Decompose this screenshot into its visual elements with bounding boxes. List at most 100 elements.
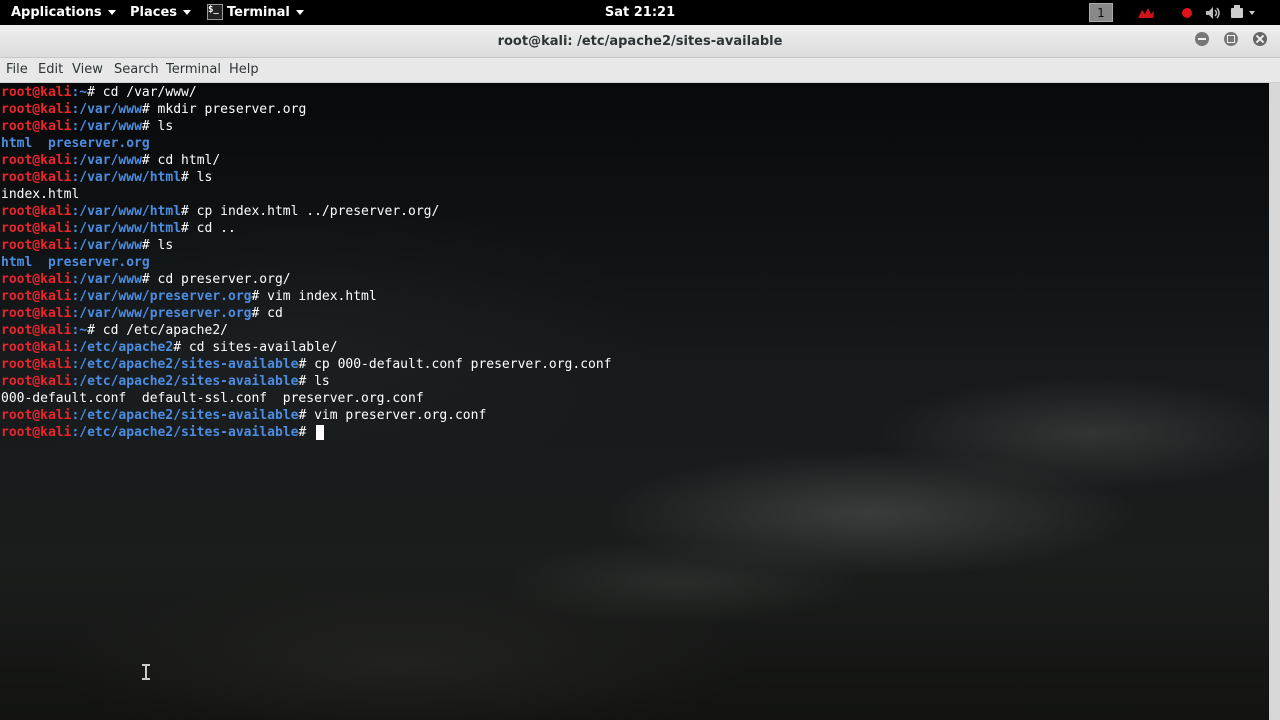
terminal-cursor (316, 425, 325, 440)
prompt-user: root@kali (1, 357, 72, 372)
prompt-path: :/etc/apache2/sites-available (71, 408, 299, 423)
terminal-icon: $_ (207, 3, 223, 20)
command-text: # cd preserver.org/ (141, 272, 291, 287)
command-text: # cd sites-available/ (173, 340, 338, 355)
close-button[interactable] (1253, 32, 1267, 46)
maximize-button[interactable] (1224, 32, 1238, 46)
terminal-line: root@kali:/var/www# cd preserver.org/ (1, 271, 612, 288)
prompt-path: :/var/www/html (71, 170, 182, 185)
command-output: index.html (1, 187, 80, 202)
clock[interactable]: Sat 21:21 (580, 0, 700, 25)
terminal-line: root@kali:~# cd /etc/apache2/ (1, 322, 612, 339)
terminal-line: root@kali:/var/www/html# ls (1, 169, 612, 186)
prompt-path: :~ (71, 85, 88, 100)
prompt-path: :/var/www/preserver.org (71, 289, 252, 304)
minimize-button[interactable] (1195, 32, 1209, 46)
terminal-output-area[interactable]: root@kali:~# cd /var/www/root@kali:/var/… (0, 83, 1280, 720)
places-menu[interactable]: Places (130, 0, 192, 25)
prompt-user: root@kali (1, 408, 72, 423)
command-text: # vim index.html (251, 289, 377, 304)
chevron-down-icon (183, 10, 192, 15)
volume-icon[interactable] (1205, 6, 1221, 20)
terminal-line: html preserver.org (1, 135, 612, 152)
command-text: # cd .. (181, 221, 236, 236)
prompt-user: root@kali (1, 85, 72, 100)
menu-file[interactable]: File (6, 58, 28, 82)
prompt-path: :/var/www (71, 238, 142, 253)
applications-menu[interactable]: Applications (11, 0, 116, 25)
menu-help[interactable]: Help (229, 58, 259, 82)
prompt-path: :/var/www/preserver.org (71, 306, 252, 321)
terminal-window: root@kali: /etc/apache2/sites-available … (0, 25, 1280, 720)
terminal-line: root@kali:/var/www/preserver.org# vim in… (1, 288, 612, 305)
menu-bar: File Edit View Search Terminal Help (0, 58, 1280, 83)
command-text: # cd /var/www/ (87, 85, 197, 100)
command-text: # ls (181, 170, 213, 185)
terminal-line: root@kali:/var/www# ls (1, 118, 612, 135)
prompt-user: root@kali (1, 306, 72, 321)
command-text: # ls (141, 238, 174, 253)
window-title: root@kali: /etc/apache2/sites-available (497, 34, 783, 49)
prompt-user: root@kali (1, 425, 72, 440)
prompt-user: root@kali (1, 119, 72, 134)
prompt-path: :/var/www/html (71, 204, 182, 219)
prompt-path: :/var/www/html (71, 221, 182, 236)
terminal-lines: root@kali:~# cd /var/www/root@kali:/var/… (1, 84, 612, 441)
directory-listing: html preserver.org (1, 136, 150, 151)
top-panel: Applications Places $_ Terminal Sat 21:21… (0, 0, 1280, 25)
prompt-path: :/var/www (71, 102, 142, 117)
prompt-path: :/etc/apache2/sites-available (71, 357, 299, 372)
terminal-line: root@kali:~# cd /var/www/ (1, 84, 612, 101)
terminal-line: root@kali:/var/www# cd html/ (1, 152, 612, 169)
prompt-user: root@kali (1, 204, 72, 219)
command-text: # ls (141, 119, 174, 134)
terminal-line: root@kali:/etc/apache2/sites-available# … (1, 373, 612, 390)
terminal-line: root@kali:/var/www# mkdir preserver.org (1, 101, 612, 118)
prompt-path: :/etc/apache2/sites-available (71, 425, 299, 440)
prompt-user: root@kali (1, 323, 72, 338)
terminal-line: root@kali:/var/www/html# cd .. (1, 220, 612, 237)
chevron-down-icon (107, 10, 116, 15)
terminal-line: 000-default.conf default-ssl.conf preser… (1, 390, 612, 407)
prompt-path: :/var/www (71, 272, 142, 287)
terminal-line: html preserver.org (1, 254, 612, 271)
terminal-line: index.html (1, 186, 612, 203)
prompt-user: root@kali (1, 153, 72, 168)
command-text: # cd html/ (141, 153, 221, 168)
menu-view[interactable]: View (72, 58, 103, 82)
prompt-user: root@kali (1, 272, 72, 287)
terminal-line: root@kali:/etc/apache2/sites-available# … (1, 407, 612, 424)
prompt-user: root@kali (1, 340, 72, 355)
terminal-app-label: Terminal (227, 5, 290, 20)
prompt-user: root@kali (1, 170, 72, 185)
menu-edit[interactable]: Edit (38, 58, 63, 82)
prompt-path: :~ (71, 323, 88, 338)
command-text: # vim preserver.org.conf (298, 408, 487, 423)
terminal-line: root@kali:/etc/apache2/sites-available# (1, 424, 612, 441)
command-text: # cp 000-default.conf preserver.org.conf (298, 357, 612, 372)
command-text: # cd (251, 306, 283, 321)
power-icon[interactable] (1230, 5, 1258, 21)
prompt-path: :/etc/apache2 (71, 340, 174, 355)
command-text: # ls (298, 374, 330, 389)
terminal-line: root@kali:/var/www/html# cp index.html .… (1, 203, 612, 220)
chevron-down-icon (295, 10, 304, 15)
terminal-line: root@kali:/etc/apache2/sites-available# … (1, 356, 612, 373)
workspace-indicator[interactable]: 1 (1089, 3, 1113, 22)
prompt-user: root@kali (1, 289, 72, 304)
terminal-line: root@kali:/var/www/preserver.org# cd (1, 305, 612, 322)
command-text: # cd /etc/apache2/ (87, 323, 228, 338)
prompt-path: :/var/www (71, 119, 142, 134)
places-label: Places (130, 5, 178, 20)
window-titlebar[interactable]: root@kali: /etc/apache2/sites-available (0, 25, 1280, 58)
applications-label: Applications (11, 5, 102, 20)
scrollbar[interactable] (1269, 83, 1280, 720)
terminal-app-menu[interactable]: $_ Terminal (207, 0, 304, 25)
record-icon[interactable] (1181, 7, 1193, 19)
prompt-user: root@kali (1, 238, 72, 253)
command-text: # (298, 425, 315, 440)
menu-terminal[interactable]: Terminal (166, 58, 221, 82)
kali-dragon-icon[interactable] (1136, 6, 1156, 20)
command-text: # mkdir preserver.org (141, 102, 307, 117)
menu-search[interactable]: Search (114, 58, 159, 82)
